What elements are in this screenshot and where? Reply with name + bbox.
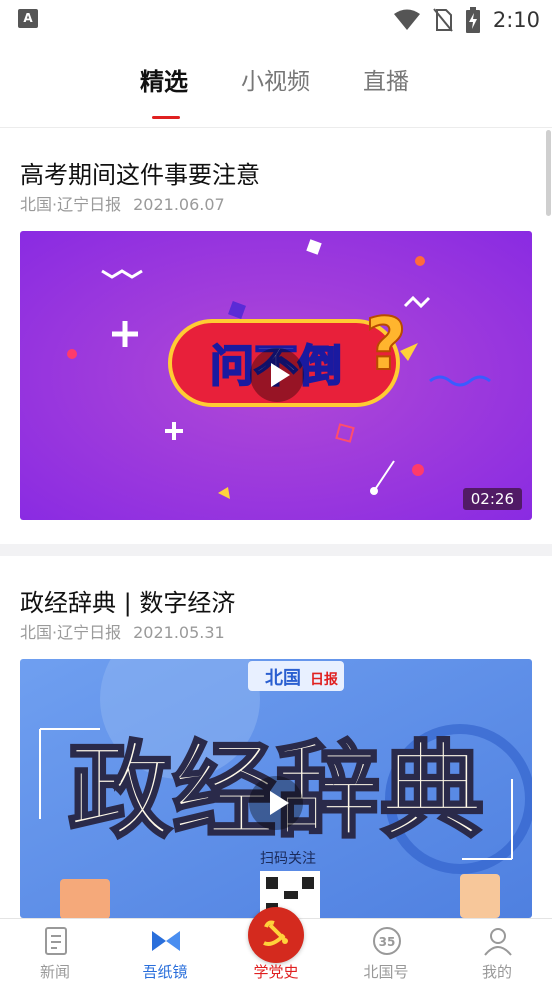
nav-label: 新闻	[39, 963, 70, 981]
beiguo-35-icon: 35	[373, 927, 401, 955]
user-icon	[484, 928, 512, 956]
svg-text:日报: 日报	[310, 672, 338, 688]
svg-text:35: 35	[379, 935, 396, 949]
status-icons: 2:10	[393, 6, 540, 34]
wifi-icon	[393, 9, 420, 30]
tab-short-video[interactable]: 小视频	[241, 62, 310, 96]
battery-charging-icon	[465, 7, 480, 33]
nav-label: 吾纸镜	[142, 963, 188, 981]
tab-featured[interactable]: 精选	[140, 62, 188, 97]
nav-label: 学党史	[253, 963, 299, 981]
card-meta: 北国·辽宁日报 2021.05.31	[20, 619, 225, 643]
nav-beiguohao[interactable]: 35 北国号	[331, 919, 441, 983]
nav-me[interactable]: 我的	[442, 919, 552, 983]
video-thumbnail[interactable]: 北国 日报 政经辞典 扫码关注	[20, 659, 532, 918]
thumb-header: 北国	[265, 668, 301, 689]
top-tab-bar: 精选 小视频 直播	[0, 40, 552, 128]
play-button[interactable]	[249, 776, 303, 830]
card-date: 2021.05.31	[133, 623, 225, 642]
card-source: 北国·辽宁日报	[20, 623, 122, 642]
card-title[interactable]: 高考期间这件事要注意	[20, 155, 260, 190]
app-notification-icon: A	[18, 9, 38, 28]
card-divider	[0, 544, 552, 556]
video-duration: 02:26	[462, 488, 522, 510]
feed-card[interactable]: 政经辞典 | 数字经济 北国·辽宁日报 2021.05.31 北国 日报 政经辞…	[0, 556, 552, 918]
card-title[interactable]: 政经辞典 | 数字经济	[20, 583, 235, 618]
feed-card[interactable]: 高考期间这件事要注意 北国·辽宁日报 2021.06.07 问不倒 ? 02:2…	[0, 129, 552, 544]
play-button[interactable]	[250, 348, 304, 402]
bottom-navigation: 新闻 吾纸镜 学党史 35 北国号 我的	[0, 907, 552, 983]
card-meta: 北国·辽宁日报 2021.06.07	[20, 191, 225, 215]
no-sim-icon	[433, 8, 453, 32]
nav-news[interactable]: 新闻	[0, 919, 110, 983]
feed-scrollbar[interactable]	[546, 130, 551, 216]
party-emblem-icon	[248, 907, 304, 963]
status-time: 2:10	[492, 8, 540, 32]
newspaper-icon	[45, 927, 67, 955]
video-feed[interactable]: 高考期间这件事要注意 北国·辽宁日报 2021.06.07 问不倒 ? 02:2…	[0, 129, 552, 918]
video-thumbnail[interactable]: 问不倒 ? 02:26	[20, 231, 532, 520]
svg-text:?: ?	[365, 302, 407, 386]
status-bar: A 2:10	[0, 0, 552, 40]
bowtie-logo-icon	[152, 931, 180, 951]
active-tab-indicator	[152, 116, 180, 119]
tab-live[interactable]: 直播	[363, 62, 409, 96]
card-source: 北国·辽宁日报	[20, 195, 122, 214]
nav-wuzhijing[interactable]: 吾纸镜	[110, 919, 220, 983]
thumb-caption: 扫码关注	[260, 851, 316, 867]
nav-label: 我的	[481, 963, 512, 981]
card-date: 2021.06.07	[133, 195, 225, 214]
nav-party-history[interactable]: 学党史	[221, 907, 331, 983]
nav-label: 北国号	[363, 963, 409, 981]
